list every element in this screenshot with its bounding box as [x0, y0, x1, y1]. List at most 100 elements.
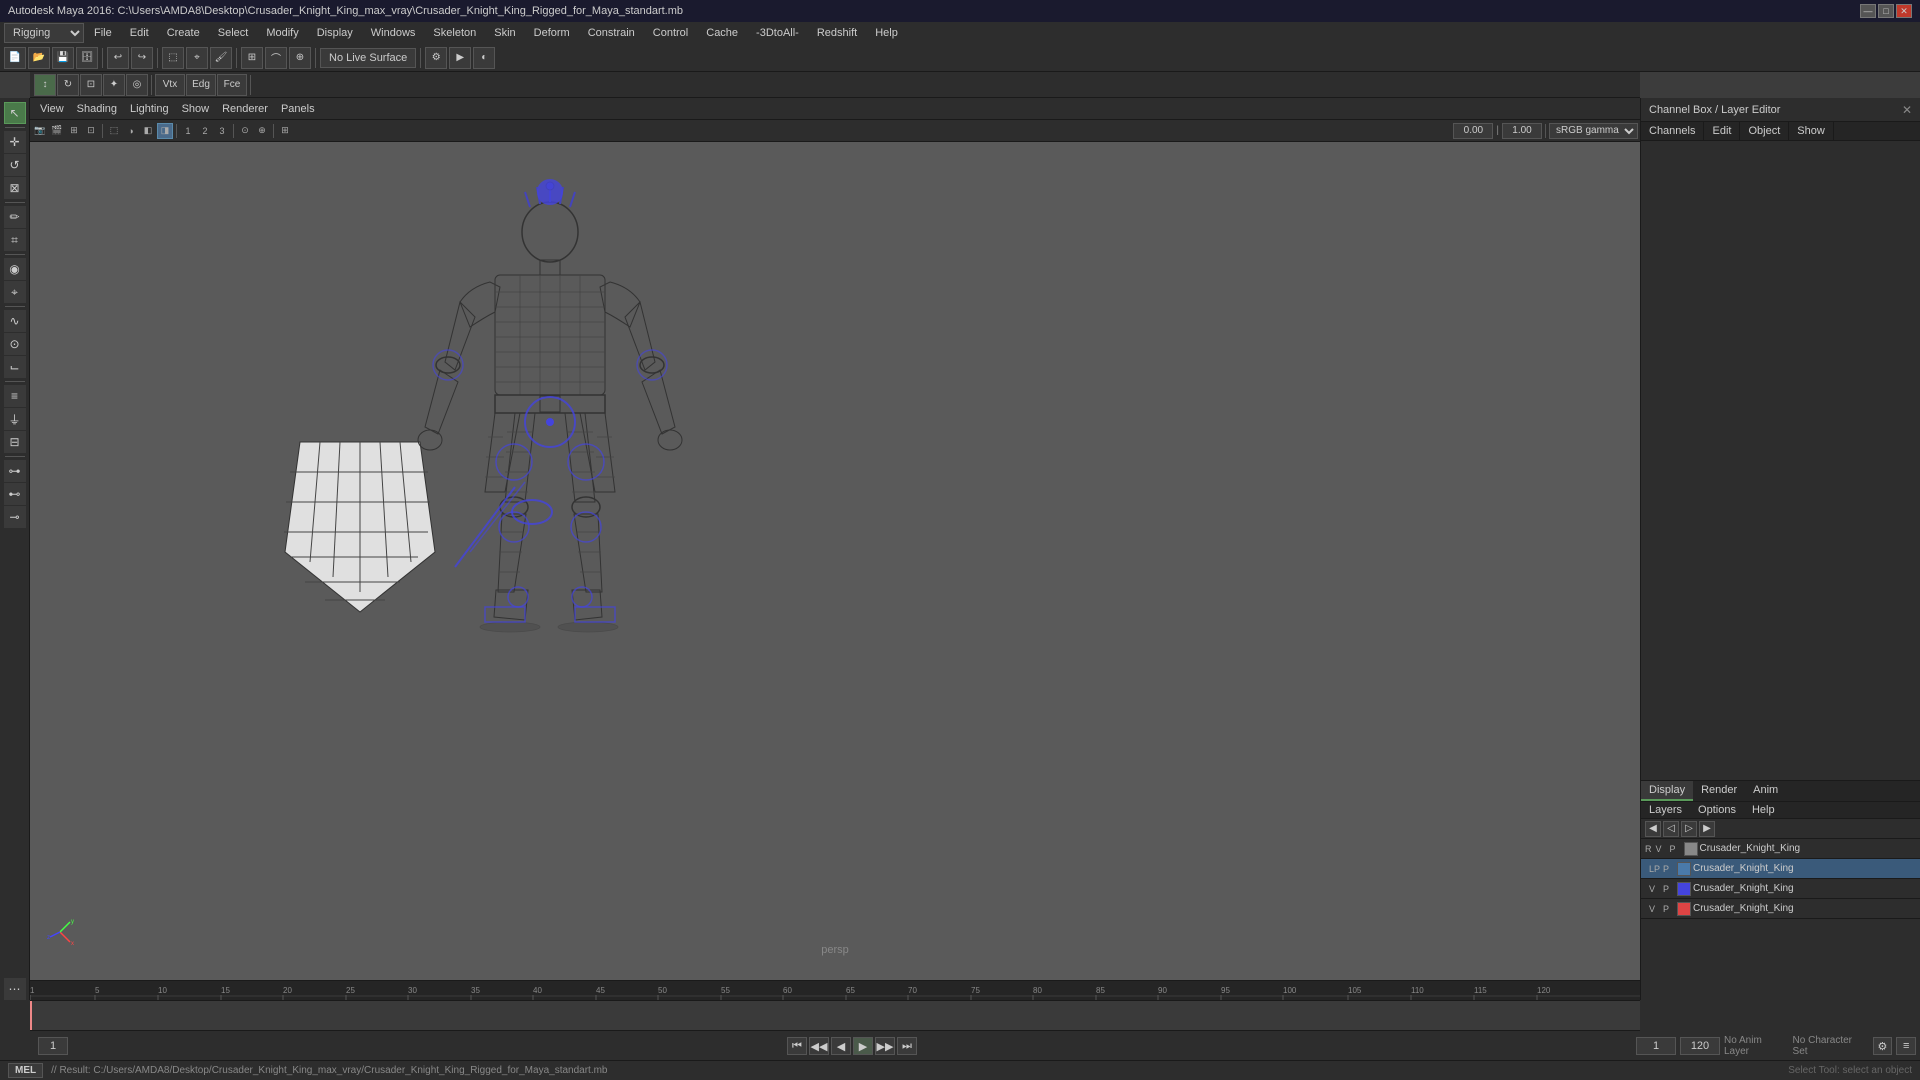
layer-playback-label[interactable]: P: [1670, 844, 1682, 854]
edit-tab[interactable]: Edit: [1704, 122, 1740, 140]
layer-next-frame-btn[interactable]: ▷: [1681, 821, 1697, 837]
textured-btn[interactable]: ◧: [140, 123, 156, 139]
show-tab[interactable]: Show: [1789, 122, 1834, 140]
soft-select-tool[interactable]: ◉: [4, 258, 26, 280]
range-start-input[interactable]: [1636, 1037, 1676, 1055]
ik-tool[interactable]: ⌙: [4, 356, 26, 378]
viewport[interactable]: View Shading Lighting Show Renderer Pane…: [30, 98, 1640, 1000]
menu-cache[interactable]: Cache: [698, 25, 746, 41]
anim-tab[interactable]: Anim: [1745, 781, 1786, 801]
menu-edit[interactable]: Edit: [122, 25, 157, 41]
minimize-button[interactable]: —: [1860, 4, 1876, 18]
step-back-btn[interactable]: ◀◀: [809, 1037, 829, 1055]
char-extra-btn[interactable]: ≡: [1896, 1037, 1916, 1055]
hud-toggle[interactable]: ⊞: [277, 123, 293, 139]
maximize-button[interactable]: □: [1878, 4, 1894, 18]
joint-tool[interactable]: ⊙: [4, 333, 26, 355]
panel-close-button[interactable]: ✕: [1902, 103, 1912, 117]
go-to-start-btn[interactable]: ⏮: [787, 1037, 807, 1055]
scale-tool[interactable]: ⊠: [4, 177, 26, 199]
lasso-tool[interactable]: ⌖: [4, 281, 26, 303]
layer-playback-label[interactable]: P: [1663, 864, 1675, 874]
menu-redshift[interactable]: Redshift: [809, 25, 865, 41]
layer-playback-label[interactable]: P: [1663, 904, 1675, 914]
mode-dropdown[interactable]: Rigging Animation Modeling: [4, 23, 84, 43]
snap-grid-btn[interactable]: ⊞: [241, 47, 263, 69]
smooth-preview-3[interactable]: 3: [214, 123, 230, 139]
soft-mod-btn[interactable]: ◎: [126, 74, 148, 96]
layer-color-swatch[interactable]: [1677, 862, 1691, 876]
misc-tool-2[interactable]: ⊷: [4, 483, 26, 505]
undo-btn[interactable]: ↩: [107, 47, 129, 69]
menu-skeleton[interactable]: Skeleton: [425, 25, 484, 41]
viewport-show-menu[interactable]: Show: [176, 101, 216, 117]
menu-skin[interactable]: Skin: [486, 25, 523, 41]
menu-display[interactable]: Display: [309, 25, 361, 41]
scale-tool-btn[interactable]: ⊡: [80, 74, 102, 96]
viewport-renderer-menu[interactable]: Renderer: [216, 101, 274, 117]
current-frame-input[interactable]: [38, 1037, 68, 1055]
render-tab[interactable]: Render: [1693, 781, 1745, 801]
focal-length-input[interactable]: [1502, 123, 1542, 139]
menu-file[interactable]: File: [86, 25, 120, 41]
layer-row[interactable]: LPPCrusader_Knight_King: [1641, 859, 1920, 879]
save-as-btn[interactable]: 🗄: [76, 47, 98, 69]
layer-visibility-label[interactable]: LP: [1649, 864, 1661, 874]
layer-visibility-label[interactable]: V: [1656, 844, 1668, 854]
camera-near-input[interactable]: [1453, 123, 1493, 139]
render-btn[interactable]: ▶: [449, 47, 471, 69]
live-surface-button[interactable]: No Live Surface: [320, 48, 416, 68]
layer-prev-frame-btn[interactable]: ◁: [1663, 821, 1679, 837]
layers-sub-tab[interactable]: Layers: [1641, 802, 1690, 818]
new-file-btn[interactable]: 📄: [4, 47, 26, 69]
play-back-btn[interactable]: ◀: [831, 1037, 851, 1055]
close-button[interactable]: ✕: [1896, 4, 1912, 18]
layer-next-btn[interactable]: ▶: [1699, 821, 1715, 837]
layer-visibility-label[interactable]: V: [1649, 884, 1661, 894]
play-forward-btn[interactable]: ▶: [853, 1037, 873, 1055]
universal-manip-btn[interactable]: ✦: [103, 74, 125, 96]
menu-select[interactable]: Select: [210, 25, 257, 41]
menu-deform[interactable]: Deform: [526, 25, 578, 41]
render-settings-btn[interactable]: ⚙: [425, 47, 447, 69]
viewport-panels-menu[interactable]: Panels: [275, 101, 321, 117]
step-forward-btn[interactable]: ▶▶: [875, 1037, 895, 1055]
viewport-lighting-menu[interactable]: Lighting: [124, 101, 175, 117]
display-tab[interactable]: Display: [1641, 781, 1693, 801]
gamma-select[interactable]: sRGB gamma: [1549, 123, 1638, 139]
extra-btn[interactable]: ⋯: [4, 978, 26, 1000]
face-btn[interactable]: Fce: [217, 74, 247, 96]
layer-row[interactable]: VPCrusader_Knight_King: [1641, 899, 1920, 919]
move-tool[interactable]: ✛: [4, 131, 26, 153]
object-tab[interactable]: Object: [1740, 122, 1789, 140]
redo-btn[interactable]: ↪: [131, 47, 153, 69]
range-end-input[interactable]: [1680, 1037, 1720, 1055]
misc-tool-3[interactable]: ⊸: [4, 506, 26, 528]
smooth-preview-1[interactable]: 1: [180, 123, 196, 139]
ipr-btn[interactable]: ◐: [473, 47, 495, 69]
rotate-tool-btn[interactable]: ↻: [57, 74, 79, 96]
select-tool[interactable]: ↖: [4, 102, 26, 124]
channels-tab[interactable]: Channels: [1641, 122, 1704, 140]
resolution-icon[interactable]: ⊡: [83, 123, 99, 139]
menu-constrain[interactable]: Constrain: [580, 25, 643, 41]
menu-control[interactable]: Control: [645, 25, 696, 41]
layer-row[interactable]: VPCrusader_Knight_King: [1641, 879, 1920, 899]
lasso-btn[interactable]: ⌖: [186, 47, 208, 69]
snap-point-btn[interactable]: ⊕: [289, 47, 311, 69]
go-to-end-btn[interactable]: ⏭: [897, 1037, 917, 1055]
language-indicator[interactable]: MEL: [8, 1063, 43, 1078]
save-file-btn[interactable]: 💾: [52, 47, 74, 69]
rotate-tool[interactable]: ↺: [4, 154, 26, 176]
xray-btn[interactable]: ⊙: [237, 123, 253, 139]
layer-prev-btn[interactable]: ◀: [1645, 821, 1661, 837]
shaded-btn[interactable]: ◑: [123, 123, 139, 139]
edge-btn[interactable]: Edg: [186, 74, 216, 96]
options-sub-tab[interactable]: Options: [1690, 802, 1744, 818]
grid-icon[interactable]: ⊞: [66, 123, 82, 139]
menu-windows[interactable]: Windows: [363, 25, 424, 41]
curve-tool[interactable]: ∿: [4, 310, 26, 332]
menu-create[interactable]: Create: [159, 25, 208, 41]
layer-color-swatch[interactable]: [1684, 842, 1698, 856]
isolate-btn[interactable]: ⊕: [254, 123, 270, 139]
